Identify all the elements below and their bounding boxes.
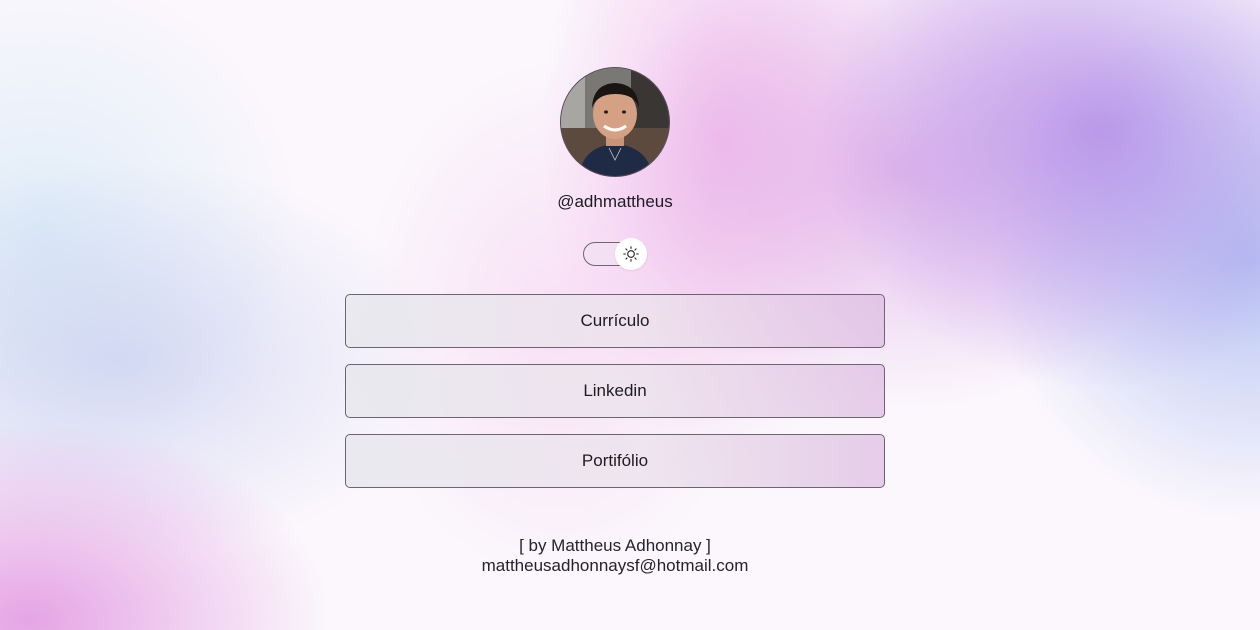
profile-photo (561, 68, 669, 176)
footer-credit: [ by Mattheus Adhonnay ] (519, 536, 711, 555)
theme-toggle[interactable] (583, 238, 647, 270)
link-list: Currículo Linkedin Portifólio (345, 294, 885, 504)
linktree-page: @adhmattheus Currículo Linkedin Portifól… (0, 0, 1260, 630)
footer-email: mattheusadhonnaysf@hotmail.com (481, 556, 749, 575)
profile-username: @adhmattheus (557, 192, 673, 211)
curriculo-button[interactable]: Currículo (345, 294, 885, 348)
footer: [ by Mattheus Adhonnay ] mattheusadhonna… (380, 536, 850, 576)
theme-toggle-knob (615, 238, 647, 270)
sun-icon (623, 246, 639, 262)
linkedin-button[interactable]: Linkedin (345, 364, 885, 418)
portifolio-button[interactable]: Portifólio (345, 434, 885, 488)
profile-avatar (560, 67, 670, 177)
